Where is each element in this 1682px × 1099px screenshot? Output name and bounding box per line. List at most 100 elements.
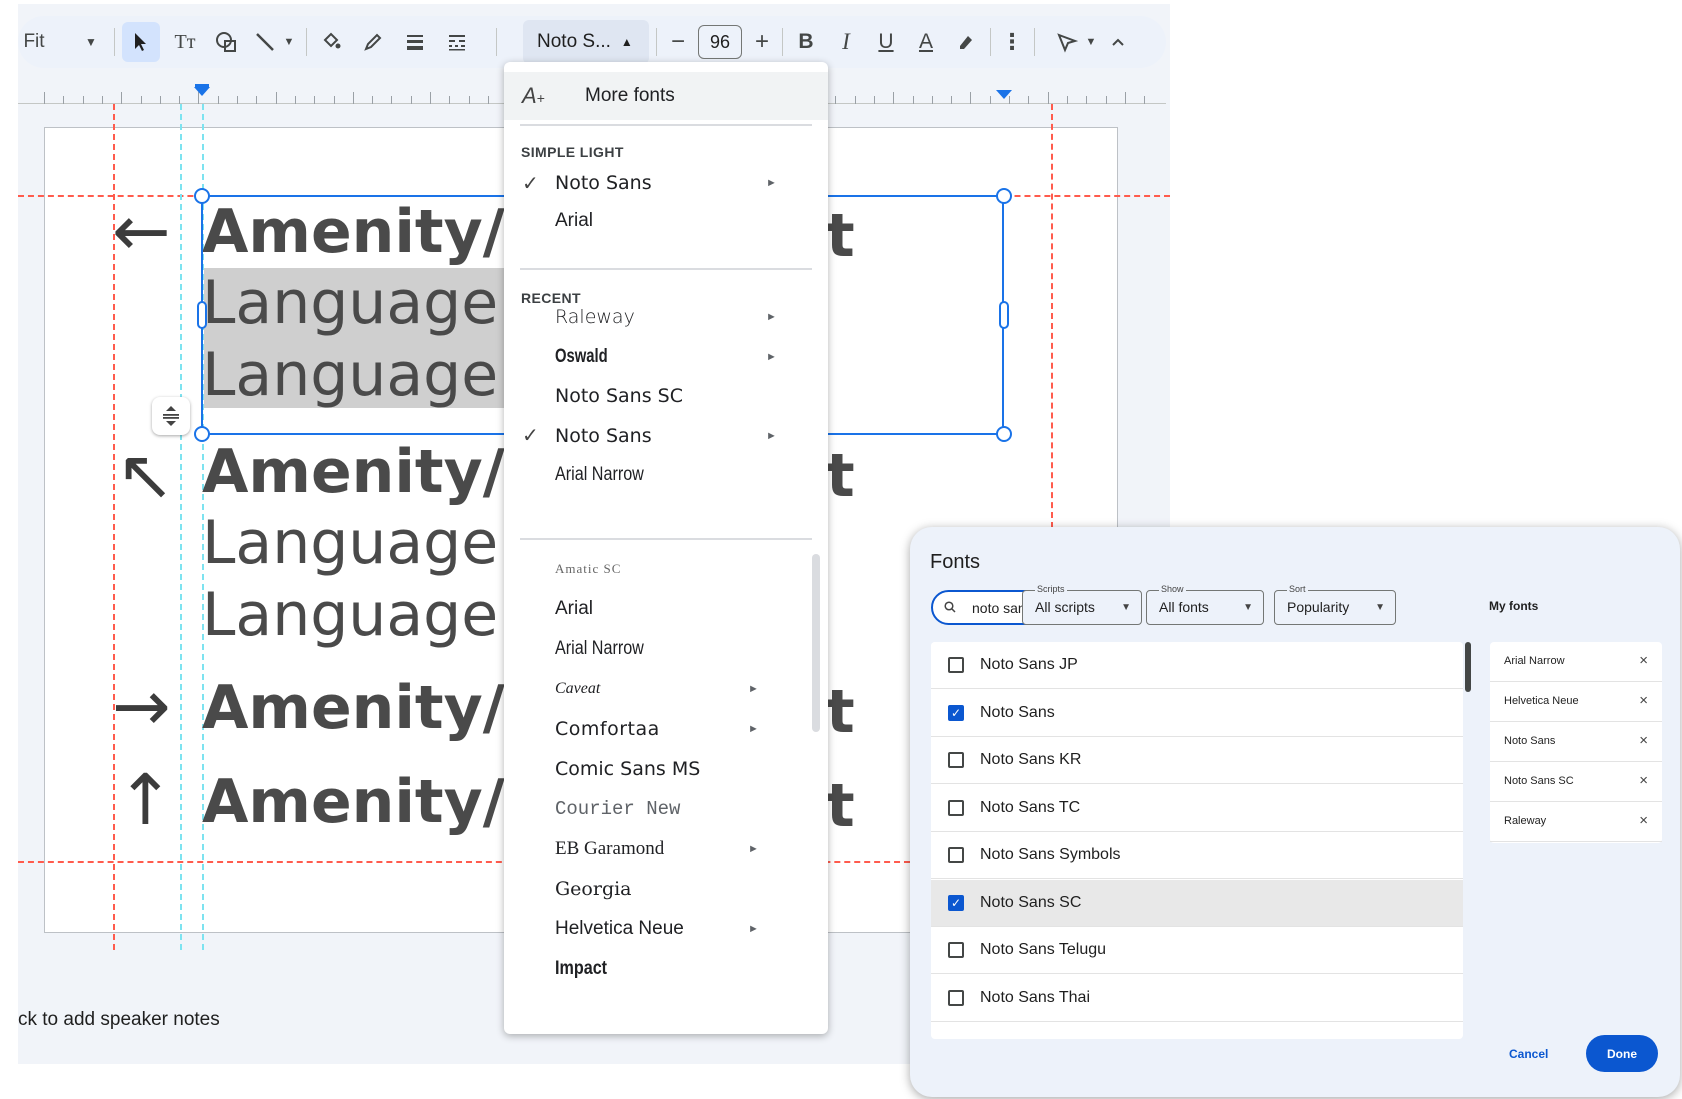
resize-handle-top-left[interactable]: [194, 188, 210, 204]
font-menu-item[interactable]: Arial: [504, 590, 828, 628]
font-checkbox[interactable]: [948, 752, 964, 768]
font-menu-item[interactable]: Courier New: [504, 790, 828, 828]
fill-color-icon[interactable]: [314, 16, 348, 68]
my-fonts-list: Arial Narrow × Helvetica Neue × Noto Sans × No…: [1490, 642, 1662, 843]
slide-text-line-4[interactable]: Amenity/D: [202, 442, 554, 502]
bold-icon[interactable]: B: [790, 16, 822, 68]
font-checkbox[interactable]: [948, 657, 964, 673]
font-menu-item[interactable]: ✓ Noto Sans ►: [504, 417, 828, 455]
font-checkbox[interactable]: ✓: [948, 704, 964, 721]
font-menu-item[interactable]: Noto Sans SC: [504, 377, 828, 415]
font-menu-item[interactable]: ✓ Noto Sans ►: [504, 164, 828, 202]
font-result-row[interactable]: Noto Sans Symbols: [931, 832, 1463, 879]
font-checkbox[interactable]: [948, 989, 964, 1006]
font-result-row[interactable]: Noto Sans TC: [931, 784, 1463, 832]
zoom-select[interactable]: Fit: [12, 16, 56, 68]
font-menu-item[interactable]: Caveat ►: [504, 670, 828, 708]
toolbar-divider: [782, 28, 783, 56]
text-color-icon[interactable]: A: [910, 16, 942, 68]
font-result-row[interactable]: Noto Sans Thai: [931, 974, 1463, 1022]
arrow-right-icon: →: [112, 665, 171, 747]
italic-icon[interactable]: I: [830, 16, 862, 68]
ruler-tick: [179, 96, 181, 104]
slide-text-line-8[interactable]: Amenity/D: [202, 772, 554, 832]
font-menu-item[interactable]: Amatic SC: [504, 550, 828, 588]
done-button[interactable]: Done: [1586, 1035, 1658, 1072]
font-checkbox[interactable]: [948, 942, 964, 958]
toolbar-divider: [496, 28, 497, 56]
remove-font-icon[interactable]: ×: [1639, 732, 1648, 749]
font-result-row[interactable]: Noto Sans KR: [931, 737, 1463, 784]
filter-select-sort[interactable]: Sort Popularity ▼: [1274, 584, 1396, 625]
font-menu-item[interactable]: Comic Sans MS: [504, 750, 828, 788]
resize-handle-bottom-left[interactable]: [194, 426, 210, 442]
remove-font-icon[interactable]: ×: [1639, 772, 1648, 789]
border-dash-icon[interactable]: [440, 16, 474, 68]
resize-handle-top-right[interactable]: [996, 188, 1012, 204]
ruler-tick: [449, 96, 451, 104]
shape-icon[interactable]: [210, 16, 244, 68]
select-arrow-icon[interactable]: [122, 22, 160, 62]
border-color-icon[interactable]: [356, 16, 390, 68]
font-menu-item[interactable]: Arial Narrow: [504, 456, 828, 494]
line-icon[interactable]: [250, 16, 280, 68]
dropdown-scrollbar[interactable]: [812, 554, 820, 732]
right-indent-marker[interactable]: [996, 90, 1012, 99]
zoom-dropdown-caret-icon[interactable]: ▼: [78, 16, 104, 68]
bold-glyph: B: [798, 30, 814, 53]
font-menu-item[interactable]: Raleway ►: [504, 298, 828, 336]
more-icon[interactable]: ⋮: [998, 16, 1026, 68]
results-scrollbar[interactable]: [1465, 642, 1471, 692]
font-menu-item[interactable]: Helvetica Neue ►: [504, 910, 828, 948]
underline-icon[interactable]: U: [870, 16, 902, 68]
font-family-select[interactable]: Noto S... ▲: [523, 20, 649, 64]
highlight-icon[interactable]: [950, 16, 982, 68]
font-checkbox[interactable]: [948, 847, 964, 863]
resize-handle-bottom-right[interactable]: [996, 426, 1012, 442]
slide-text-line-7[interactable]: Amenity/D: [202, 678, 554, 738]
font-menu-item[interactable]: Arial Narrow: [504, 630, 828, 668]
ruler-tick: [1105, 96, 1107, 104]
remove-font-icon[interactable]: ×: [1639, 692, 1648, 709]
slide-text-line-5[interactable]: Language: [202, 513, 498, 573]
font-size-input[interactable]: 96: [698, 25, 742, 59]
border-weight-icon[interactable]: [398, 16, 432, 68]
remove-font-icon[interactable]: ×: [1639, 652, 1648, 669]
font-result-row[interactable]: Noto Sans Telugu: [931, 927, 1463, 974]
collapse-icon[interactable]: [1104, 16, 1132, 68]
font-result-row[interactable]: ✓ Noto Sans: [931, 689, 1463, 737]
font-checkbox[interactable]: [948, 799, 964, 816]
font-menu-item[interactable]: Arial: [504, 202, 828, 240]
font-menu-item[interactable]: Oswald ►: [504, 338, 828, 376]
add-font-icon: A+: [522, 83, 545, 108]
left-indent-marker[interactable]: [194, 87, 210, 96]
filter-select-scripts[interactable]: Scripts All scripts ▼: [1022, 584, 1142, 625]
font-checkbox[interactable]: ✓: [948, 894, 964, 911]
font-menu-item[interactable]: Georgia: [504, 870, 828, 908]
decrease-font-size-button[interactable]: −: [664, 16, 692, 68]
remove-font-icon[interactable]: ×: [1639, 812, 1648, 829]
font-menu-item[interactable]: Impact: [504, 950, 828, 988]
font-menu-item-label: Arial Narrow: [555, 464, 644, 485]
first-line-indent-marker[interactable]: [195, 84, 209, 87]
pointer-dropdown-caret-icon[interactable]: ▼: [1082, 16, 1100, 68]
my-font-item: Noto Sans SC ×: [1490, 762, 1662, 802]
font-result-row[interactable]: ✓ Noto Sans SC: [931, 879, 1463, 927]
cancel-button[interactable]: Cancel: [1509, 1047, 1548, 1061]
resize-handle-right[interactable]: [999, 301, 1009, 329]
ruler-tick: [931, 96, 933, 104]
resize-handle-left[interactable]: [197, 301, 207, 329]
filter-select-show[interactable]: Show All fonts ▼: [1146, 584, 1264, 625]
vertical-align-icon[interactable]: [152, 397, 190, 435]
slide-text-line-6[interactable]: Language: [202, 585, 498, 645]
my-font-item: Arial Narrow ×: [1490, 642, 1662, 682]
increase-font-size-button[interactable]: +: [748, 16, 776, 68]
ruler-tick: [970, 92, 972, 104]
pointer-icon[interactable]: [1052, 16, 1082, 68]
font-menu-item[interactable]: EB Garamond ►: [504, 830, 828, 868]
text-box-icon[interactable]: Tт: [168, 16, 202, 68]
line-dropdown-caret-icon[interactable]: ▼: [280, 16, 298, 68]
font-result-row[interactable]: Noto Sans JP: [931, 642, 1463, 689]
more-fonts-menu-item[interactable]: A+ More fonts: [504, 72, 828, 120]
font-menu-item[interactable]: Comfortaa ►: [504, 710, 828, 748]
